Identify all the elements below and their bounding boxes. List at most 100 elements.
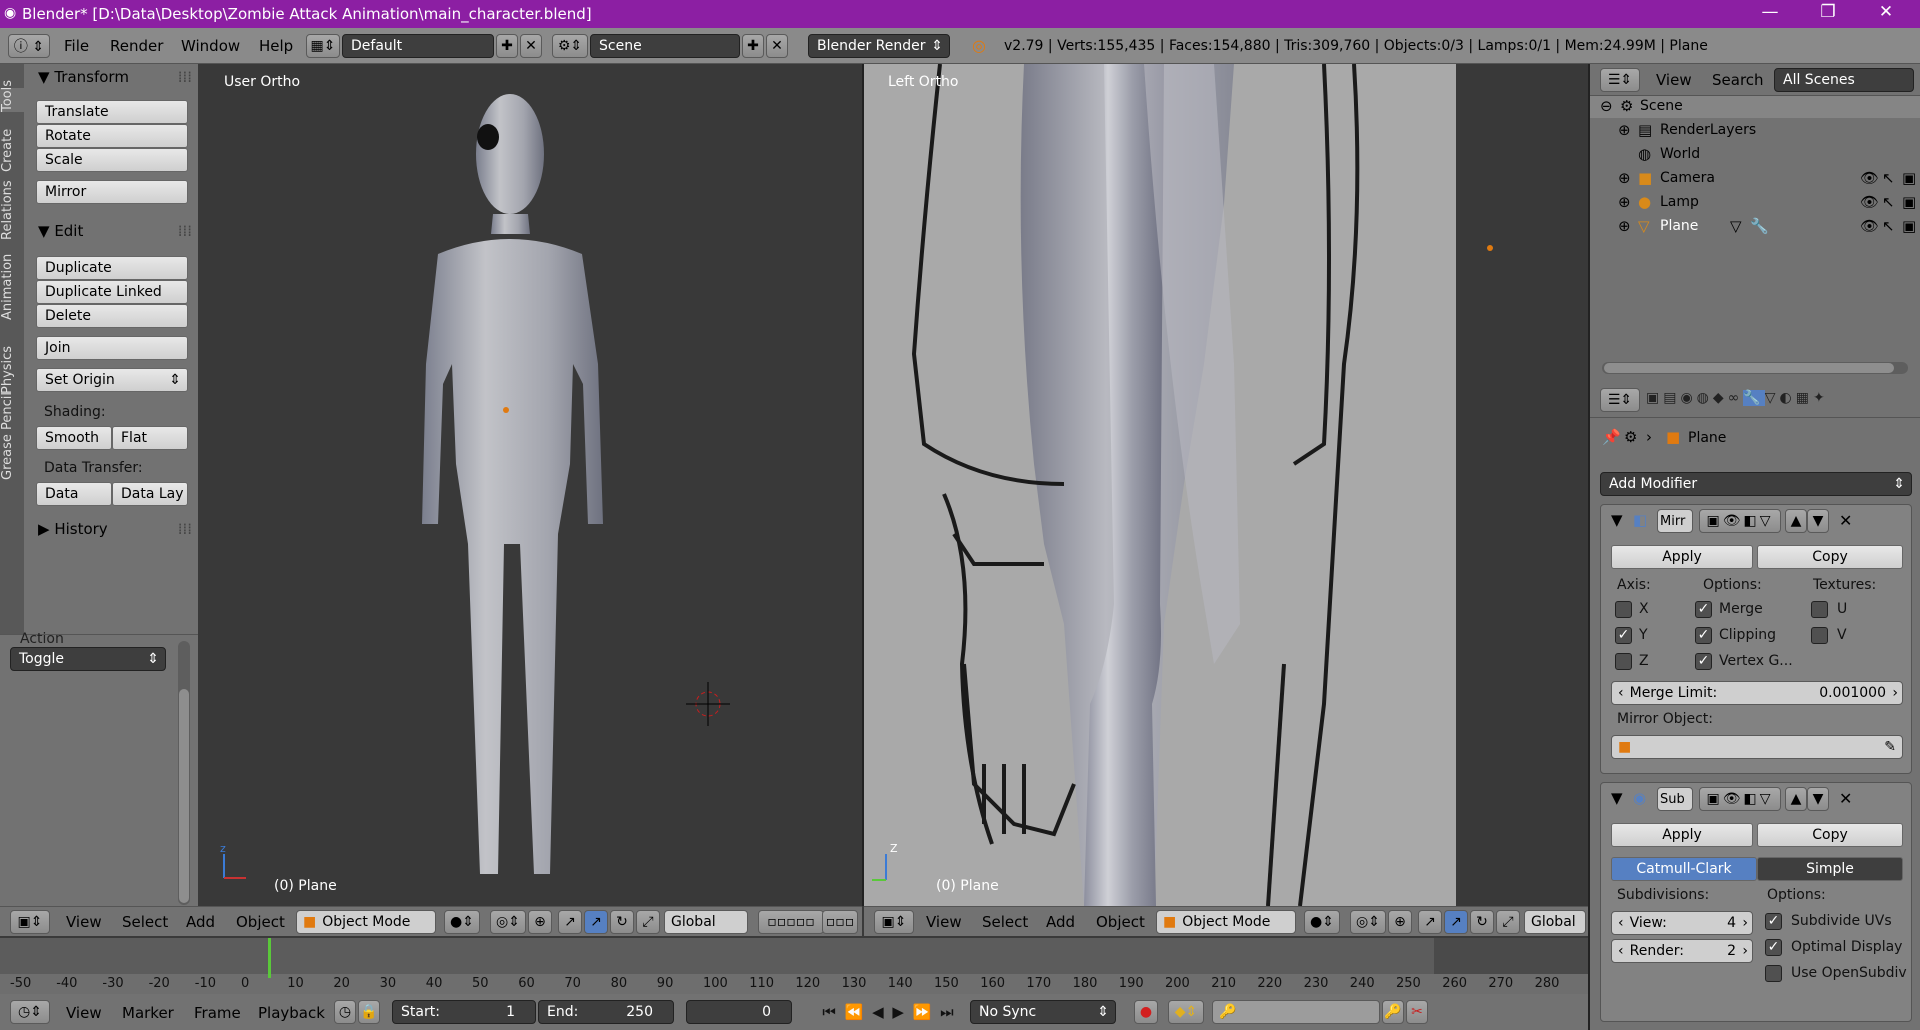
manipulator-icon[interactable]: ⊕ <box>528 910 552 934</box>
selectable-arrow-icon[interactable]: ↖ <box>1882 193 1895 211</box>
outliner-row-scene[interactable]: ⊖ ⚙ Scene <box>1590 96 1920 118</box>
viewport-left-ortho[interactable]: Z Left Ortho (0) Plane <box>864 64 1588 906</box>
character-mesh[interactable]: z <box>198 64 862 906</box>
subsurf-apply-button[interactable]: Apply <box>1611 823 1753 847</box>
menu-marker[interactable]: Marker <box>122 1004 174 1022</box>
mirror-button[interactable]: Mirror <box>36 180 188 204</box>
history-panel-header[interactable]: ▶ History ⁞⁞⁞ <box>38 520 200 544</box>
drag-handle-icon[interactable]: ⁞⁞⁞ <box>178 68 192 86</box>
tab-tools[interactable]: Tools <box>0 80 24 112</box>
expand-icon[interactable]: ⊕ <box>1618 121 1631 139</box>
timeline-track[interactable] <box>0 938 1590 974</box>
screen-layout-icon[interactable]: ▦⇕ <box>306 34 340 58</box>
data-layout-button[interactable]: Data Lay <box>112 482 188 506</box>
start-frame-field[interactable]: Start: 1 <box>392 1000 536 1024</box>
edit-panel-header[interactable]: ▼ Edit ⁞⁞⁞ <box>38 222 200 246</box>
scale-button[interactable]: Scale <box>36 148 188 172</box>
viewport-user-ortho[interactable]: User Ortho z (0) Plane <box>198 64 862 906</box>
duplicate-linked-button[interactable]: Duplicate Linked <box>36 280 188 304</box>
scene-icon[interactable]: ⚙⇕ <box>552 34 588 58</box>
mode-dropdown[interactable]: ■ Object Mode <box>1156 910 1296 934</box>
remove-modifier-icon[interactable]: ✕ <box>1839 511 1852 530</box>
delete-keyframe-icon[interactable]: ✂ <box>1406 1000 1428 1024</box>
editor-type-info-button[interactable]: ⓘ ⇕ <box>8 34 50 58</box>
mode-dropdown[interactable]: ■ Object Mode <box>296 910 436 934</box>
collapse-icon[interactable]: ⊖ <box>1600 97 1613 115</box>
modifier-display-toggles[interactable]: ▣👁◧▽ <box>1699 787 1781 811</box>
render-camera-icon[interactable]: ▣ <box>1902 169 1916 187</box>
mirror-object-field[interactable]: ■ ✎ <box>1611 735 1903 759</box>
increment-icon[interactable]: › <box>1742 915 1748 931</box>
editor-type-properties-button[interactable]: ☰⇕ <box>1600 388 1640 412</box>
merge-checkbox[interactable]: ✓ <box>1695 601 1712 618</box>
outliner-row-world[interactable]: ◍ World <box>1590 144 1920 166</box>
add-modifier-dropdown[interactable]: Add Modifier ⇕ <box>1600 472 1912 496</box>
decrement-icon[interactable]: ‹ <box>1618 915 1624 931</box>
drag-handle-icon[interactable]: ⁞⁞⁞ <box>178 222 192 240</box>
visibility-eye-icon[interactable]: 👁 <box>1860 169 1879 187</box>
flat-button[interactable]: Flat <box>112 426 188 450</box>
vertex-groups-checkbox[interactable]: ✓ <box>1695 653 1712 670</box>
collapse-triangle-icon[interactable]: ▼ <box>1611 511 1623 529</box>
menu-view[interactable]: View <box>1656 71 1692 89</box>
manipulator-move-icon[interactable]: ↗ <box>1444 910 1468 934</box>
menu-help[interactable]: Help <box>259 37 293 55</box>
texture-v-checkbox[interactable] <box>1811 627 1828 644</box>
mirror-apply-button[interactable]: Apply <box>1611 545 1753 569</box>
selectable-arrow-icon[interactable]: ↖ <box>1882 169 1895 187</box>
expand-icon[interactable]: ⊕ <box>1618 169 1631 187</box>
menu-render[interactable]: Render <box>110 37 163 55</box>
add-layout-icon[interactable]: ✚ <box>496 34 518 58</box>
move-down-icon[interactable]: ▼ <box>1807 787 1829 811</box>
data-button[interactable]: Data <box>36 482 112 506</box>
smooth-button[interactable]: Smooth <box>36 426 112 450</box>
operator-scrollbar[interactable] <box>178 641 190 905</box>
move-up-icon[interactable]: ▲ <box>1785 509 1807 533</box>
reference-image-and-mesh[interactable]: Z <box>864 64 1588 906</box>
menu-view[interactable]: View <box>66 1004 102 1022</box>
shading-mode-icon[interactable]: ●⇕ <box>1304 910 1340 934</box>
subdivide-uvs-checkbox[interactable]: ✓ <box>1765 913 1782 930</box>
menu-select[interactable]: Select <box>122 913 168 931</box>
current-frame-indicator[interactable] <box>268 938 271 978</box>
screen-layout-field[interactable]: Default <box>342 34 494 58</box>
menu-view[interactable]: View <box>66 913 102 931</box>
outliner-row-plane[interactable]: ⊕ ▽ Plane ▽ 🔧 👁 ↖ ▣ <box>1590 216 1920 238</box>
move-down-icon[interactable]: ▼ <box>1807 509 1829 533</box>
translate-button[interactable]: Translate <box>36 100 188 124</box>
increment-icon[interactable]: › <box>1892 685 1898 701</box>
subsurf-modifier-name-field[interactable]: Sub <box>1657 787 1693 811</box>
render-camera-icon[interactable]: ▣ <box>1902 193 1916 211</box>
remove-scene-icon[interactable]: ✕ <box>766 34 788 58</box>
manipulator-scale-icon[interactable]: ⤢ <box>636 910 660 934</box>
manipulator-translate-icon[interactable]: ↗ <box>1418 910 1442 934</box>
manipulator-icon[interactable]: ⊕ <box>1388 910 1412 934</box>
join-button[interactable]: Join <box>36 336 188 360</box>
subdivisions-view-field[interactable]: ‹ View: 4 › <box>1611 911 1753 935</box>
modifier-display-toggles[interactable]: ▣👁◧▽ <box>1699 509 1781 533</box>
maximize-button[interactable]: ❐ <box>1808 2 1848 22</box>
outliner-row-camera[interactable]: ⊕ ■ Camera 👁 ↖ ▣ <box>1590 168 1920 190</box>
simple-button[interactable]: Simple <box>1757 857 1903 881</box>
use-opensubdiv-checkbox[interactable] <box>1765 965 1782 982</box>
playback-controls[interactable]: ⏮ ⏪ ◀ ▶ ⏩ ⏭ <box>814 1000 964 1024</box>
tab-physics[interactable]: Physics <box>0 346 24 394</box>
layers-grid-icon[interactable]: ▫▫▫▫▫ <box>758 910 824 934</box>
menu-add[interactable]: Add <box>186 913 215 931</box>
menu-object[interactable]: Object <box>236 913 285 931</box>
tab-grease-pencil[interactable]: Grease Pencil <box>0 392 24 480</box>
optimal-display-checkbox[interactable]: ✓ <box>1765 939 1782 956</box>
delete-button[interactable]: Delete <box>36 304 188 328</box>
timeline-area[interactable]: -50 -40 -30 -20 -10 0 10 20 30 40 50 60 70 80 90 100 110… <box>0 938 1590 994</box>
axis-y-checkbox[interactable]: ✓ <box>1615 627 1632 644</box>
drag-handle-icon[interactable]: ⁞⁞⁞ <box>178 520 192 538</box>
pin-icon[interactable]: 📌 <box>1602 428 1621 446</box>
menu-playback[interactable]: Playback <box>258 1004 325 1022</box>
subdivisions-render-field[interactable]: ‹ Render: 2 › <box>1611 939 1753 963</box>
manipulator-move-icon[interactable]: ↗ <box>584 910 608 934</box>
render-engine-dropdown[interactable]: Blender Render ⇕ <box>808 34 950 58</box>
toggle-dropdown[interactable]: Toggle ⇕ <box>10 647 166 671</box>
minimize-button[interactable]: — <box>1750 2 1790 22</box>
lock-icon[interactable]: 🔒 <box>358 1000 380 1024</box>
axis-x-checkbox[interactable] <box>1615 601 1632 618</box>
